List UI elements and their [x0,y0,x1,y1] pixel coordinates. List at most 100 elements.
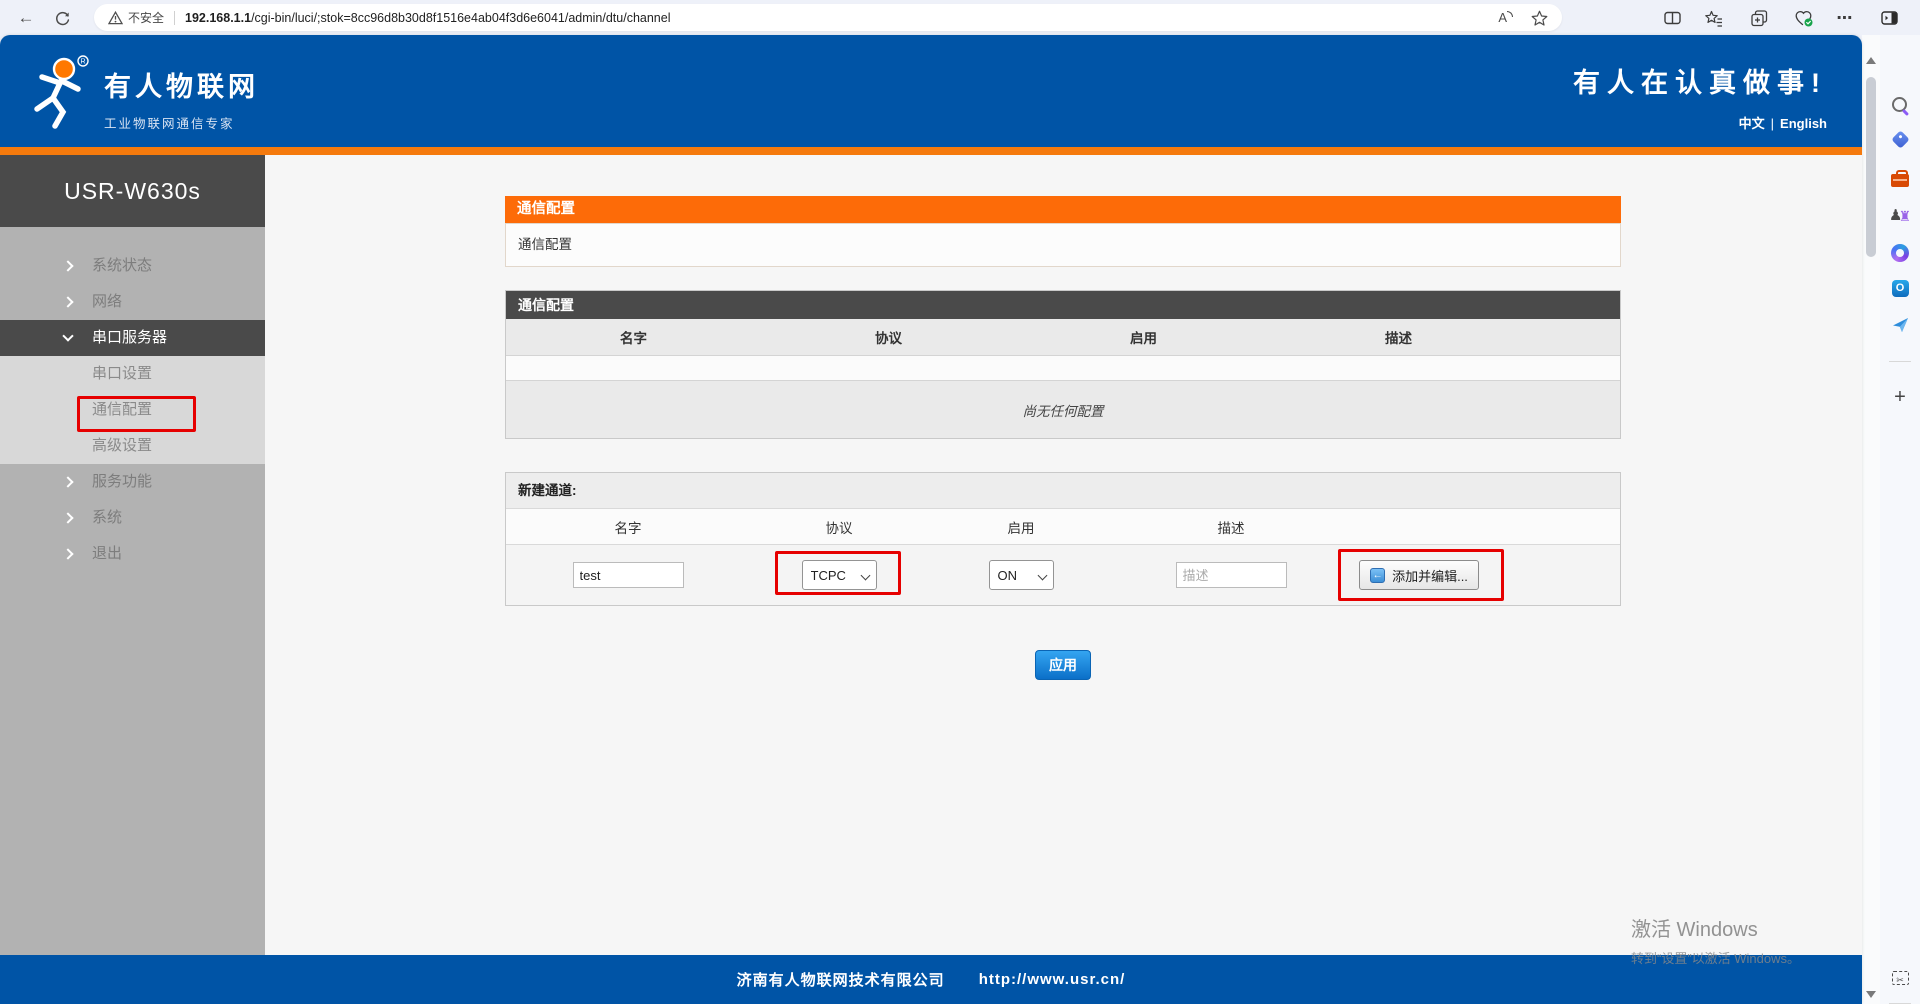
col-spacer [1490,509,1620,544]
sidebar-shopping-button[interactable] [1880,124,1920,154]
url-domain: 192.168.1.1 [185,11,251,25]
chevron-right-icon [62,476,73,487]
web-page: R 有人物联网 工业物联网通信专家 有人在认真做事! 中文 | English US… [0,35,1862,1004]
page-subtitle-box: 通信配置 [505,223,1621,267]
microsoft-365-icon [1891,244,1909,262]
sidebar-item-serial-settings[interactable]: 串口设置 [0,356,265,392]
url-text[interactable]: 192.168.1.1/cgi-bin/luci/;stok=8cc96d8b3… [185,11,670,25]
empty-row [506,356,1620,381]
screenshot-tool-button[interactable]: ✂ [1880,963,1920,993]
page-scrollbar [1862,35,1880,1004]
back-button[interactable]: ← [12,4,40,32]
sidebar-toggle-button[interactable] [1875,4,1903,32]
apply-button[interactable]: 应用 [1035,650,1091,680]
security-label: 不安全 [128,9,164,26]
col-protocol: 协议 [750,509,928,544]
search-icon [1892,97,1909,114]
sidebar-search-button[interactable] [1880,90,1920,120]
slogan-block: 有人在认真做事! 中文 | English [1573,61,1827,132]
sidebar-item-services[interactable]: 服务功能 [0,464,265,500]
footer-website-link[interactable]: http://www.usr.cn/ [979,971,1126,988]
plus-icon: + [1894,386,1906,409]
favorites-button[interactable] [1700,4,1728,32]
sidebar-toggle-icon [1881,10,1898,26]
refresh-icon [55,11,70,26]
channel-table: 通信配置 名字 协议 启用 描述 尚无任何配置 [505,290,1621,439]
lang-chinese-link[interactable]: 中文 [1739,116,1765,131]
sidebar-tools-button[interactable] [1880,163,1920,193]
more-dots-icon: ⋯ [1837,8,1854,28]
lang-divider: | [1771,116,1774,131]
toolbox-icon [1891,174,1909,187]
edit-icon: ← [1370,568,1385,583]
col-action [1348,509,1490,544]
split-screen-icon [1664,10,1681,26]
footer-company: 济南有人物联网技术有限公司 [737,969,945,990]
col-actions [1526,319,1622,355]
lang-english-link[interactable]: English [1780,116,1827,131]
scroll-down-arrow[interactable] [1866,991,1876,998]
new-channel-input-row: TCPC ON ← 添加并编辑... [506,545,1620,605]
screenshot-icon: ✂ [1892,971,1909,985]
collections-button[interactable] [1745,4,1773,32]
edge-sidebar: ♟♜ O + ✂ ⚙ [1880,35,1920,1004]
chevron-right-icon [62,260,73,271]
channel-table-title: 通信配置 [506,291,1620,319]
scrollbar-thumb[interactable] [1866,77,1876,257]
add-and-edit-button[interactable]: ← 添加并编辑... [1359,560,1479,590]
enable-select[interactable]: ON [989,560,1054,590]
slogan-text: 有人在认真做事! [1573,61,1827,100]
split-screen-button[interactable] [1658,4,1686,32]
price-tag-icon [1891,130,1909,148]
page-title: 通信配置 [505,196,1621,223]
address-bar[interactable]: 不安全 192.168.1.1/cgi-bin/luci/;stok=8cc96… [94,4,1562,31]
read-aloud-icon[interactable]: A [1498,10,1513,25]
sidebar-divider [1889,361,1911,362]
screen: { "browser": { "security_label": "不安全", … [0,0,1920,1004]
brand-subtitle: 工业物联网通信专家 [104,113,259,132]
sidebar-customize-button[interactable]: + [1880,382,1920,412]
channel-name-input[interactable] [573,562,684,588]
col-protocol: 协议 [761,319,1016,355]
url-path: /cgi-bin/luci/;stok=8cc96d8b30d8f1516e4a… [251,11,670,25]
sidebar-games-button[interactable]: ♟♜ [1880,200,1920,230]
brand-block: 有人物联网 工业物联网通信专家 [104,65,259,132]
not-secure-warning-icon [108,11,123,25]
sidebar-drop-button[interactable] [1880,310,1920,340]
browser-toolbar: ← 不安全 192.168.1.1/cgi-bin/luci/;stok=8cc… [0,0,1920,35]
sidebar-item-network[interactable]: 网络 [0,284,265,320]
scroll-up-arrow[interactable] [1866,57,1876,64]
chevron-right-icon [62,296,73,307]
browser-essentials-button[interactable] [1790,4,1818,32]
sidebar-item-logout[interactable]: 退出 [0,536,265,572]
sidebar-item-system[interactable]: 系统 [0,500,265,536]
col-enable: 启用 [928,509,1114,544]
new-channel-label: 新建通道: [506,473,1620,509]
address-bar-divider [174,11,175,25]
refresh-button[interactable] [48,4,76,32]
sidebar-item-comm-config[interactable]: 通信配置 [0,392,265,428]
language-switch: 中文 | English [1573,113,1827,132]
device-name: USR-W630s [0,155,265,227]
sidebar-item-advanced-settings[interactable]: 高级设置 [0,428,265,464]
svg-text:R: R [80,59,85,66]
favorite-star-icon[interactable] [1531,10,1548,26]
new-channel-section: 新建通道: 名字 协议 启用 描述 TCPC ON [505,472,1621,606]
sidebar-m365-button[interactable] [1880,238,1920,268]
chevron-right-icon [62,548,73,559]
site-footer: 济南有人物联网技术有限公司 http://www.usr.cn/ [0,955,1862,1004]
col-name: 名字 [506,319,761,355]
new-channel-header-row: 名字 协议 启用 描述 [506,509,1620,545]
description-input[interactable] [1176,562,1287,588]
usr-logo: R [28,55,92,131]
paper-plane-icon [1892,317,1909,333]
col-description: 描述 [1271,319,1526,355]
sidebar-item-system-status[interactable]: 系统状态 [0,248,265,284]
no-config-message: 尚无任何配置 [506,381,1620,438]
sidebar-item-serial-server[interactable]: 串口服务器 [0,320,265,356]
more-menu-button[interactable]: ⋯ [1831,4,1859,32]
sidebar-outlook-button[interactable]: O [1880,273,1920,303]
col-enable: 启用 [1016,319,1271,355]
protocol-select[interactable]: TCPC [802,560,877,590]
browser-essentials-icon [1795,10,1814,27]
